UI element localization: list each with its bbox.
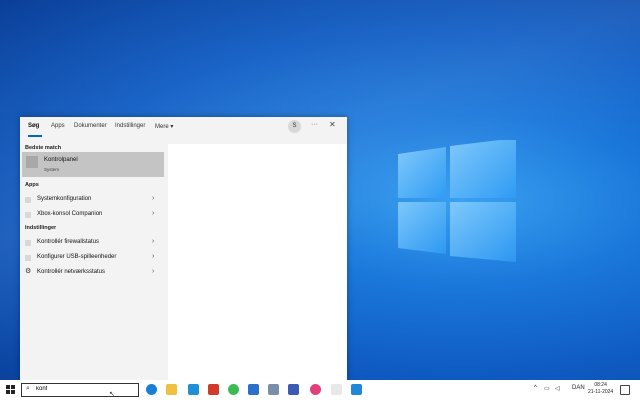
settings-icon (25, 255, 31, 261)
app-icon[interactable] (351, 384, 362, 395)
user-avatar[interactable]: S (288, 120, 301, 133)
app-icon[interactable] (208, 384, 219, 395)
app-icon[interactable] (268, 384, 279, 395)
list-item[interactable]: Systemkonfiguration › (22, 194, 164, 207)
gear-icon: ⚙ (25, 268, 32, 275)
list-item[interactable]: Kontrollér firewallstatus › (22, 237, 164, 250)
control-panel-icon (26, 156, 38, 168)
notification-icon[interactable] (620, 385, 630, 395)
app-icon (25, 197, 31, 203)
chevron-up-icon[interactable]: ^ (534, 385, 537, 391)
store-icon[interactable] (188, 384, 199, 395)
tab-settings[interactable]: Indstillinger (115, 123, 145, 129)
list-item[interactable]: ⚙ Kontrollér netværksstatus › (22, 267, 164, 280)
best-match-subtitle: System (44, 167, 60, 172)
chevron-right-icon[interactable]: › (152, 195, 154, 202)
section-settings: Indstillinger (25, 225, 57, 231)
start-button[interactable] (6, 385, 15, 394)
best-match-title: Kontrolpanel (44, 157, 78, 163)
preview-pane (168, 144, 347, 381)
clock-date: 21-11-2024 (588, 389, 614, 395)
search-tabs: Søg Apps Dokumenter Indstillinger Mere ▾… (20, 117, 347, 139)
more-options-icon[interactable]: ··· (311, 121, 318, 128)
taskbar: ⌕ ↖ ^ ▭ ◁ DAN 08:24 21-11-2024 (0, 380, 640, 400)
settings-icon[interactable] (331, 384, 342, 395)
volume-icon[interactable]: ◁ (555, 385, 560, 392)
list-item-label: Systemkonfiguration (37, 196, 92, 202)
search-panel: Søg Apps Dokumenter Indstillinger Mere ▾… (20, 117, 347, 381)
taskbar-search-box[interactable]: ⌕ ↖ (21, 383, 139, 398)
chrome-profile-icon[interactable] (310, 384, 321, 395)
list-item-label: Kontrollér netværksstatus (37, 269, 106, 275)
chrome-icon[interactable] (228, 384, 239, 395)
search-input[interactable] (36, 386, 116, 392)
chevron-right-icon[interactable]: › (152, 253, 154, 260)
chevron-right-icon[interactable]: › (152, 238, 154, 245)
tab-search[interactable]: Søg (28, 123, 39, 129)
close-icon[interactable]: ✕ (329, 120, 336, 129)
app-icon[interactable] (288, 384, 299, 395)
chevron-right-icon[interactable]: › (152, 268, 154, 275)
app-icon (25, 212, 31, 218)
list-item-label: Kontrollér firewallstatus (37, 239, 100, 245)
clock[interactable]: 08:24 21-11-2024 (588, 382, 613, 396)
outlook-icon[interactable] (248, 384, 259, 395)
tab-more[interactable]: Mere ▾ (155, 123, 173, 130)
list-item-label: Konfigurer USB-spilleenheder (37, 254, 117, 260)
windows-logo (398, 140, 516, 262)
edge-icon[interactable] (146, 384, 157, 395)
best-match-item[interactable]: Kontrolpanel System (22, 152, 164, 177)
file-explorer-icon[interactable] (166, 384, 177, 395)
chevron-right-icon[interactable]: › (152, 210, 154, 217)
list-item[interactable]: Konfigurer USB-spilleenheder › (22, 252, 164, 265)
tab-documents[interactable]: Dokumenter (74, 123, 107, 129)
list-item[interactable]: Xbox-konsol Companion › (22, 209, 164, 222)
results-list: Bedste match Kontrolpanel System Apps Sy… (20, 139, 168, 381)
active-tab-indicator (28, 135, 42, 137)
language-indicator[interactable]: DAN (572, 385, 585, 391)
search-icon: ⌕ (26, 385, 30, 392)
clock-time: 08:24 (594, 382, 607, 388)
network-icon[interactable]: ▭ (544, 385, 550, 392)
settings-icon (25, 240, 31, 246)
list-item-label: Xbox-konsol Companion (37, 211, 103, 217)
section-apps: Apps (25, 182, 39, 188)
tab-apps[interactable]: Apps (51, 123, 65, 129)
mouse-cursor-icon: ↖ (109, 391, 115, 398)
section-best-match: Bedste match (25, 145, 62, 151)
